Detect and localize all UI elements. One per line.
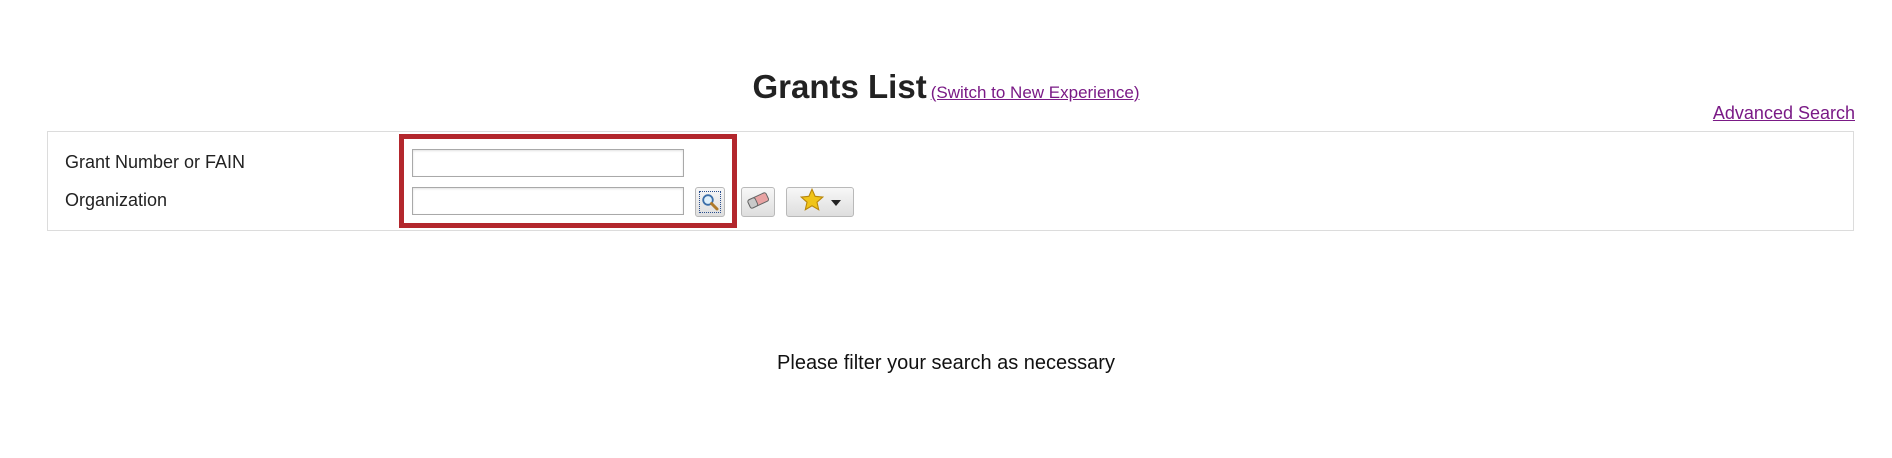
grants-list-page: Grants List (Switch to New Experience) Ad… — [0, 0, 1892, 458]
organization-label: Organization — [65, 190, 168, 210]
favorites-dropdown-button[interactable] — [786, 187, 854, 217]
advanced-search-link[interactable]: Advanced Search — [1713, 103, 1855, 124]
caret-down-icon — [831, 193, 841, 211]
switch-experience-link[interactable]: (Switch to New Experience) — [931, 83, 1140, 102]
organization-input[interactable] — [412, 187, 684, 215]
title-row: Grants List (Switch to New Experience) — [0, 68, 1892, 106]
star-icon — [799, 187, 825, 218]
magnifier-icon — [699, 191, 721, 213]
grant-number-input[interactable] — [412, 149, 684, 177]
filter-message: Please filter your search as necessary — [777, 352, 1115, 374]
grant-number-label: Grant Number or FAIN — [65, 152, 246, 172]
filter-panel: Grant Number or FAIN Organization — [47, 131, 1854, 231]
clear-filters-button[interactable] — [741, 187, 775, 217]
organization-lookup-button[interactable] — [695, 187, 725, 217]
eraser-icon — [745, 190, 771, 215]
page-title: Grants List — [752, 68, 927, 105]
